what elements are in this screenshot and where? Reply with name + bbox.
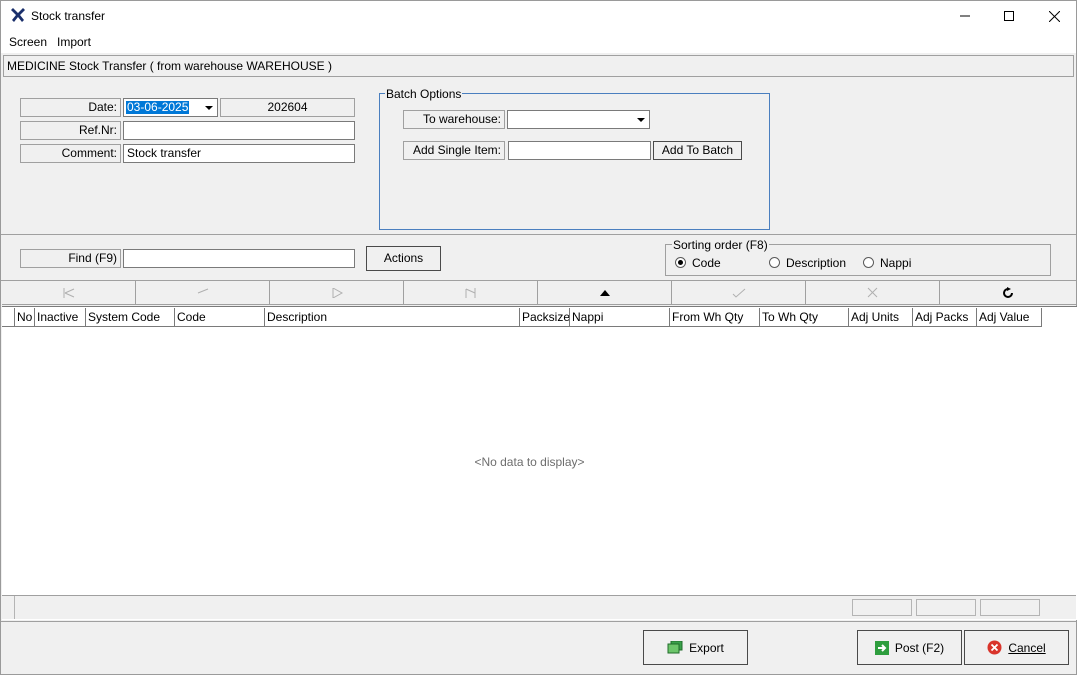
add-single-item-label: Add Single Item: bbox=[403, 141, 505, 160]
add-to-batch-button[interactable]: Add To Batch bbox=[653, 141, 742, 160]
last-record-icon bbox=[465, 287, 475, 298]
menu-screen[interactable]: Screen bbox=[9, 35, 47, 49]
cancel-button[interactable]: Cancel bbox=[964, 630, 1069, 665]
export-button[interactable]: Export bbox=[643, 630, 748, 665]
title-bar: Stock transfer bbox=[1, 1, 1076, 31]
close-icon bbox=[1048, 10, 1060, 22]
divider bbox=[1, 234, 1076, 235]
find-input[interactable] bbox=[123, 249, 355, 268]
col-header-inactive[interactable]: Inactive bbox=[35, 308, 86, 327]
sort-description-label[interactable]: Description bbox=[786, 256, 846, 270]
maximize-icon bbox=[1004, 11, 1014, 21]
cancel-label: Cancel bbox=[1008, 640, 1046, 655]
add-single-item-input[interactable] bbox=[508, 141, 651, 160]
divider bbox=[1, 621, 1076, 622]
comment-label: Comment: bbox=[20, 144, 121, 163]
sorting-order-title: Sorting order (F8) bbox=[672, 238, 769, 252]
chevron-down-icon[interactable] bbox=[637, 118, 645, 122]
minimize-icon bbox=[960, 15, 970, 17]
checkmark-icon bbox=[732, 288, 745, 298]
post-label: Post (F2) bbox=[894, 640, 945, 655]
menu-bar: Screen Import bbox=[1, 31, 1076, 53]
first-record-icon bbox=[63, 287, 74, 298]
sort-code-radio[interactable] bbox=[675, 257, 686, 268]
grid-indicator-header bbox=[2, 308, 15, 327]
chevron-down-icon[interactable] bbox=[205, 106, 213, 110]
refresh-icon bbox=[1003, 286, 1013, 298]
col-header-adj-value[interactable]: Adj Value bbox=[977, 308, 1042, 327]
prior-record-icon bbox=[197, 288, 208, 293]
nav-insert-button[interactable] bbox=[538, 281, 672, 305]
insert-up-icon bbox=[599, 289, 610, 296]
nav-next-button[interactable] bbox=[270, 281, 404, 305]
date-picker[interactable]: 03-06-2025 bbox=[123, 98, 218, 117]
nav-first-button[interactable] bbox=[2, 281, 136, 305]
to-warehouse-select[interactable] bbox=[507, 110, 650, 129]
nav-prior-button[interactable] bbox=[136, 281, 270, 305]
col-header-adj-packs[interactable]: Adj Packs bbox=[913, 308, 977, 327]
post-button[interactable]: Post (F2) bbox=[857, 630, 962, 665]
nav-post-button[interactable] bbox=[672, 281, 806, 305]
comment-input[interactable]: Stock transfer bbox=[123, 144, 355, 163]
post-arrow-icon bbox=[874, 640, 889, 655]
col-header-from-wh-qty[interactable]: From Wh Qty bbox=[670, 308, 760, 327]
export-label: Export bbox=[689, 640, 724, 655]
nav-refresh-button[interactable] bbox=[940, 281, 1076, 305]
cancel-icon bbox=[987, 640, 1002, 655]
sort-nappi-label[interactable]: Nappi bbox=[880, 256, 911, 270]
items-grid[interactable]: No Inactive System Code Code Description… bbox=[2, 306, 1077, 620]
footer-indicator bbox=[2, 596, 15, 619]
grid-footer bbox=[2, 595, 1076, 619]
minimize-button[interactable] bbox=[942, 1, 988, 31]
col-header-packsize[interactable]: Packsize bbox=[520, 308, 570, 327]
footer-total-adj-value bbox=[980, 599, 1040, 616]
close-button[interactable] bbox=[1031, 1, 1077, 31]
to-warehouse-label: To warehouse: bbox=[403, 110, 505, 129]
nav-last-button[interactable] bbox=[404, 281, 538, 305]
batch-options-title: Batch Options bbox=[385, 87, 463, 101]
sort-nappi-radio[interactable] bbox=[863, 257, 874, 268]
col-header-system-code[interactable]: System Code bbox=[86, 308, 175, 327]
col-header-to-wh-qty[interactable]: To Wh Qty bbox=[760, 308, 849, 327]
col-header-description[interactable]: Description bbox=[265, 308, 520, 327]
export-icon bbox=[667, 641, 683, 654]
ref-nr-label: Ref.Nr: bbox=[20, 121, 121, 140]
find-label: Find (F9) bbox=[20, 249, 121, 268]
menu-import[interactable]: Import bbox=[57, 35, 91, 49]
stock-transfer-window: Stock transfer Screen Import MEDICINE St… bbox=[0, 0, 1077, 675]
date-value: 03-06-2025 bbox=[126, 100, 190, 114]
col-header-no[interactable]: No bbox=[15, 308, 35, 327]
navigator-bar bbox=[2, 281, 1076, 305]
sort-description-radio[interactable] bbox=[769, 257, 780, 268]
nav-cancel-button[interactable] bbox=[806, 281, 940, 305]
col-header-code[interactable]: Code bbox=[175, 308, 265, 327]
maximize-button[interactable] bbox=[986, 1, 1032, 31]
col-header-adj-units[interactable]: Adj Units bbox=[849, 308, 913, 327]
cancel-x-icon bbox=[867, 287, 878, 298]
period-display: 202604 bbox=[220, 98, 355, 117]
footer-total-adj-packs bbox=[916, 599, 976, 616]
col-header-nappi[interactable]: Nappi bbox=[570, 308, 670, 327]
date-label: Date: bbox=[20, 98, 121, 117]
footer-total-adj-units bbox=[852, 599, 912, 616]
next-record-icon bbox=[332, 287, 343, 298]
window-title: Stock transfer bbox=[31, 9, 106, 23]
app-logo-icon bbox=[11, 8, 25, 22]
ref-nr-input[interactable] bbox=[123, 121, 355, 140]
sort-code-label[interactable]: Code bbox=[692, 256, 721, 270]
actions-button[interactable]: Actions bbox=[366, 246, 441, 271]
empty-grid-message: <No data to display> bbox=[474, 455, 585, 469]
transfer-header: MEDICINE Stock Transfer ( from warehouse… bbox=[3, 55, 1074, 77]
